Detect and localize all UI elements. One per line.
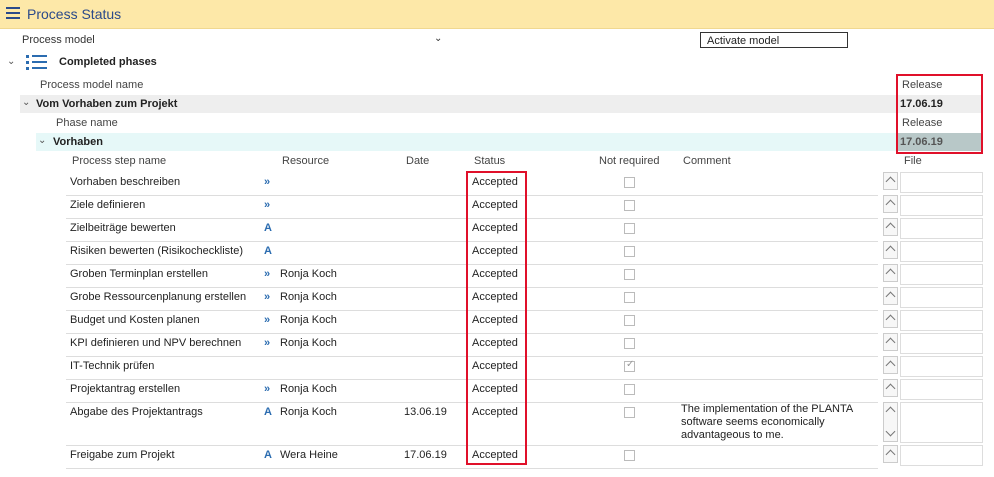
chevron-down-icon[interactable]: ⌄ (434, 33, 444, 44)
not-required-checkbox[interactable] (624, 223, 635, 234)
step-resource: Ronja Koch (280, 291, 337, 303)
col-not-required: Not required (599, 155, 660, 167)
forward-icon[interactable]: » (264, 199, 270, 211)
page-title: Process Status (27, 6, 122, 22)
step-name: Vorhaben beschreiben (70, 176, 181, 188)
col-status: Status (474, 155, 506, 167)
file-stepper[interactable] (883, 379, 898, 397)
step-name: Grobe Ressourcenplanung erstellen (70, 291, 247, 303)
step-name: Ziele definieren (70, 199, 146, 211)
step-name: Risiken bewerten (Risikocheckliste) (70, 245, 244, 257)
forward-icon[interactable]: » (264, 337, 270, 349)
step-name: IT-Technik prüfen (70, 360, 155, 372)
process-model-name-header: Process model name (40, 79, 144, 91)
not-required-checkbox[interactable] (624, 177, 635, 188)
step-resource: Ronja Koch (280, 337, 337, 349)
file-field[interactable] (900, 218, 983, 239)
file-field[interactable] (900, 310, 983, 331)
phase-row[interactable] (36, 133, 982, 151)
step-date: 17.06.19 (404, 449, 447, 461)
forward-icon[interactable]: » (264, 268, 270, 280)
activate-model-button[interactable]: Activate model (700, 32, 848, 48)
not-required-checkbox[interactable] (624, 384, 635, 395)
menu-icon[interactable] (6, 7, 20, 19)
process-model-label: Process model (22, 34, 95, 46)
file-stepper[interactable] (883, 195, 898, 213)
file-field[interactable] (900, 241, 983, 262)
file-stepper[interactable] (883, 287, 898, 305)
file-stepper[interactable] (883, 218, 898, 236)
file-field[interactable] (900, 356, 983, 377)
not-required-checkbox[interactable] (624, 450, 635, 461)
step-resource: Ronja Koch (280, 314, 337, 326)
col-resource: Resource (282, 155, 330, 167)
not-required-checkbox[interactable] (624, 269, 635, 280)
col-file: File (904, 155, 922, 167)
step-name: Groben Terminplan erstellen (70, 268, 208, 280)
file-stepper[interactable] (883, 402, 898, 442)
not-required-checkbox[interactable] (624, 200, 635, 211)
forward-icon[interactable]: » (264, 314, 270, 326)
step-comment: The implementation of the PLANTA softwar… (681, 403, 853, 441)
file-field[interactable] (900, 195, 983, 216)
file-field[interactable] (900, 445, 983, 466)
status-highlight-box (466, 171, 527, 465)
not-required-checkbox[interactable] (624, 292, 635, 303)
step-resource: Ronja Koch (280, 268, 337, 280)
step-date: 13.06.19 (404, 406, 447, 418)
file-field[interactable] (900, 402, 983, 443)
assign-icon[interactable]: A (264, 406, 272, 418)
file-stepper[interactable] (883, 333, 898, 351)
not-required-checkbox[interactable] (624, 407, 635, 418)
col-step-name: Process step name (72, 155, 167, 167)
col-date: Date (406, 155, 430, 167)
title-bar: Process Status (0, 0, 994, 29)
file-field[interactable] (900, 287, 983, 308)
phase-name: Vorhaben (53, 136, 103, 148)
file-field[interactable] (900, 172, 983, 193)
file-stepper[interactable] (883, 241, 898, 259)
not-required-checkbox[interactable] (624, 246, 635, 257)
phase-name-header: Phase name (56, 117, 118, 129)
file-field[interactable] (900, 333, 983, 354)
step-name: Zielbeiträge bewerten (70, 222, 176, 234)
file-stepper[interactable] (883, 356, 898, 374)
not-required-checkbox[interactable] (624, 338, 635, 349)
forward-icon[interactable]: » (264, 176, 270, 188)
col-comment: Comment (683, 155, 731, 167)
file-stepper[interactable] (883, 445, 898, 463)
step-name: Freigabe zum Projekt (70, 449, 175, 461)
collapse-chevron-icon[interactable]: ⌄ (7, 56, 15, 67)
step-name: Abgabe des Projektantrags (70, 406, 203, 418)
release-highlight-box (896, 74, 983, 154)
file-stepper[interactable] (883, 172, 898, 190)
file-stepper[interactable] (883, 264, 898, 282)
step-name: KPI definieren und NPV berechnen (70, 337, 242, 349)
forward-icon[interactable]: » (264, 383, 270, 395)
step-resource: Ronja Koch (280, 383, 337, 395)
not-required-checkbox[interactable] (624, 359, 635, 372)
file-field[interactable] (900, 264, 983, 285)
completed-phases-label: Completed phases (59, 56, 157, 68)
step-resource: Wera Heine (280, 449, 338, 461)
process-model-name: Vom Vorhaben zum Projekt (36, 98, 178, 110)
file-stepper[interactable] (883, 310, 898, 328)
list-icon (26, 54, 48, 70)
assign-icon[interactable]: A (264, 222, 272, 234)
expand-chevron-icon[interactable]: ⌄ (22, 97, 30, 108)
file-field[interactable] (900, 379, 983, 400)
forward-icon[interactable]: » (264, 291, 270, 303)
step-name: Budget und Kosten planen (70, 314, 200, 326)
step-resource: Ronja Koch (280, 406, 337, 418)
step-name: Projektantrag erstellen (70, 383, 181, 395)
assign-icon[interactable]: A (264, 245, 272, 257)
assign-icon[interactable]: A (264, 449, 272, 461)
expand-chevron-icon[interactable]: ⌄ (38, 135, 46, 146)
not-required-checkbox[interactable] (624, 315, 635, 326)
